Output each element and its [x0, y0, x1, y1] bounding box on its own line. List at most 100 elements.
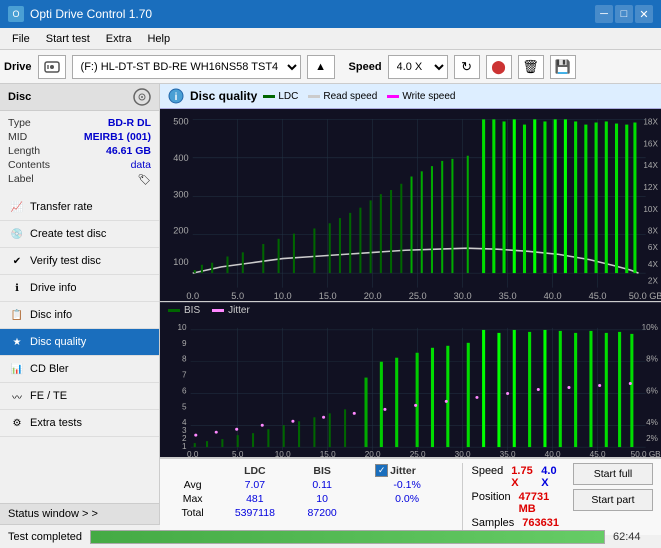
svg-text:2X: 2X — [648, 276, 658, 285]
disc-quality-icon: ★ — [10, 335, 24, 349]
sidebar-item-transfer-rate[interactable]: 📈 Transfer rate — [0, 194, 159, 221]
avg-label: Avg — [168, 478, 217, 492]
stats-table: LDC BIS ✓ Jitter Avg 7.07 0.11 — [168, 463, 462, 531]
nav-label-disc-quality: Disc quality — [30, 336, 86, 348]
speed-selector[interactable]: 4.0 X — [388, 55, 448, 79]
start-part-button[interactable]: Start part — [573, 489, 653, 511]
svg-text:300: 300 — [173, 189, 188, 199]
svg-text:25.0: 25.0 — [410, 450, 426, 457]
menu-bar: File Start test Extra Help — [0, 28, 661, 50]
progress-fill — [91, 531, 604, 543]
svg-text:20.0: 20.0 — [365, 450, 381, 457]
position-value-stat: 47731 MB — [519, 491, 559, 515]
jitter-checkbox[interactable]: ✓ — [375, 464, 388, 477]
eject-button[interactable]: ▲ — [307, 55, 335, 79]
sidebar-item-cd-bler[interactable]: 📊 CD Bler — [0, 356, 159, 383]
legend-ldc: LDC — [263, 91, 298, 102]
maximize-button[interactable]: □ — [615, 5, 633, 23]
sidebar-item-extra-tests[interactable]: ⚙ Extra tests — [0, 410, 159, 437]
svg-text:4%: 4% — [646, 418, 658, 427]
sidebar: Disc Type BD-R DL MID MEIRB1 (001) Lengt… — [0, 84, 160, 524]
menu-extra[interactable]: Extra — [98, 31, 140, 47]
refresh-button[interactable]: ↻ — [454, 55, 480, 79]
extra-tests-icon: ⚙ — [10, 416, 24, 430]
svg-text:35.0: 35.0 — [500, 450, 516, 457]
svg-text:45.0: 45.0 — [589, 291, 607, 301]
close-button[interactable]: ✕ — [635, 5, 653, 23]
svg-text:50.0 GB: 50.0 GB — [631, 450, 661, 457]
svg-text:16X: 16X — [643, 139, 658, 148]
drive-selector[interactable]: (F:) HL-DT-ST BD-RE WH16NS58 TST4 — [72, 55, 301, 79]
svg-text:50.0 GB: 50.0 GB — [629, 291, 661, 301]
svg-text:20.0: 20.0 — [364, 291, 382, 301]
disc-title: Disc — [8, 91, 31, 103]
title-bar: O Opti Drive Control 1.70 ─ □ ✕ — [0, 0, 661, 28]
app-icon: O — [8, 6, 24, 22]
record-button[interactable]: ⬤ — [486, 55, 512, 79]
svg-text:6X: 6X — [648, 243, 658, 252]
max-jitter: 0.0% — [369, 492, 445, 506]
legend-ldc-label: LDC — [278, 91, 298, 102]
max-ldc: 481 — [217, 492, 292, 506]
charts-area: 500 400 300 200 100 18X 16X 14X 12X 10X … — [160, 109, 661, 458]
main-area: Disc Type BD-R DL MID MEIRB1 (001) Lengt… — [0, 84, 661, 524]
progress-bar — [90, 530, 605, 544]
ldc-color — [263, 95, 275, 98]
svg-text:14X: 14X — [643, 161, 658, 170]
svg-text:30.0: 30.0 — [454, 291, 472, 301]
svg-text:5: 5 — [182, 403, 187, 412]
menu-help[interactable]: Help — [139, 31, 178, 47]
bis-legend-label: BIS — [184, 305, 200, 316]
svg-text:0.0: 0.0 — [187, 450, 199, 457]
legend-write-speed-label: Write speed — [402, 91, 455, 102]
erase-button[interactable]: 🗑 — [518, 55, 544, 79]
svg-text:500: 500 — [173, 117, 188, 127]
app-title: Opti Drive Control 1.70 — [30, 7, 152, 21]
sidebar-item-fe-te[interactable]: 〰 FE / TE — [0, 383, 159, 410]
sidebar-item-create-test-disc[interactable]: 💿 Create test disc — [0, 221, 159, 248]
label-icon: 🏷 — [138, 173, 151, 186]
svg-text:10.0: 10.0 — [274, 291, 292, 301]
menu-start-test[interactable]: Start test — [38, 31, 98, 47]
start-full-button[interactable]: Start full — [573, 463, 653, 485]
sidebar-item-disc-quality[interactable]: ★ Disc quality — [0, 329, 159, 356]
nav-label-drive-info: Drive info — [30, 282, 76, 294]
svg-text:8X: 8X — [648, 227, 658, 236]
svg-text:40.0: 40.0 — [545, 450, 561, 457]
svg-text:5.0: 5.0 — [232, 450, 244, 457]
svg-text:0.0: 0.0 — [186, 291, 199, 301]
nav-label-disc-info: Disc info — [30, 309, 72, 321]
svg-text:15.0: 15.0 — [319, 291, 337, 301]
jitter-color-indicator — [212, 309, 224, 312]
menu-file[interactable]: File — [4, 31, 38, 47]
drive-icon-btn[interactable] — [38, 55, 66, 79]
disc-quality-header: i Disc quality LDC Read speed Write spee… — [160, 84, 661, 109]
nav-label-create-test-disc: Create test disc — [30, 228, 106, 240]
disc-info-panel: Type BD-R DL MID MEIRB1 (001) Length 46.… — [0, 111, 159, 194]
label-label: Label — [8, 173, 34, 186]
sidebar-item-verify-test-disc[interactable]: ✔ Verify test disc — [0, 248, 159, 275]
svg-text:6: 6 — [182, 387, 187, 396]
jitter-header: Jitter — [390, 465, 416, 477]
type-value: BD-R DL — [108, 117, 151, 129]
position-label-stat: Position — [471, 491, 510, 515]
minimize-button[interactable]: ─ — [595, 5, 613, 23]
svg-text:10.0: 10.0 — [275, 450, 291, 457]
nav-label-cd-bler: CD Bler — [30, 363, 69, 375]
svg-text:i: i — [175, 92, 178, 103]
transfer-rate-icon: 📈 — [10, 200, 24, 214]
content-area: i Disc quality LDC Read speed Write spee… — [160, 84, 661, 524]
fe-te-icon: 〰 — [10, 389, 24, 403]
bis-chart: 10 9 8 7 6 5 4 3 2 1 10% 8% 6% 4% 2% — [160, 318, 661, 458]
ldc-chart-svg: 500 400 300 200 100 18X 16X 14X 12X 10X … — [160, 109, 661, 301]
sidebar-item-disc-info[interactable]: 📋 Disc info — [0, 302, 159, 329]
type-label: Type — [8, 117, 31, 129]
svg-text:9: 9 — [182, 339, 187, 348]
read-speed-color — [308, 95, 320, 98]
status-window-button[interactable]: Status window > > — [0, 503, 159, 524]
svg-text:200: 200 — [173, 226, 188, 236]
svg-text:10: 10 — [178, 323, 188, 332]
sidebar-item-drive-info[interactable]: ℹ Drive info — [0, 275, 159, 302]
save-button[interactable]: 💾 — [550, 55, 576, 79]
legend-write-speed: Write speed — [387, 91, 455, 102]
